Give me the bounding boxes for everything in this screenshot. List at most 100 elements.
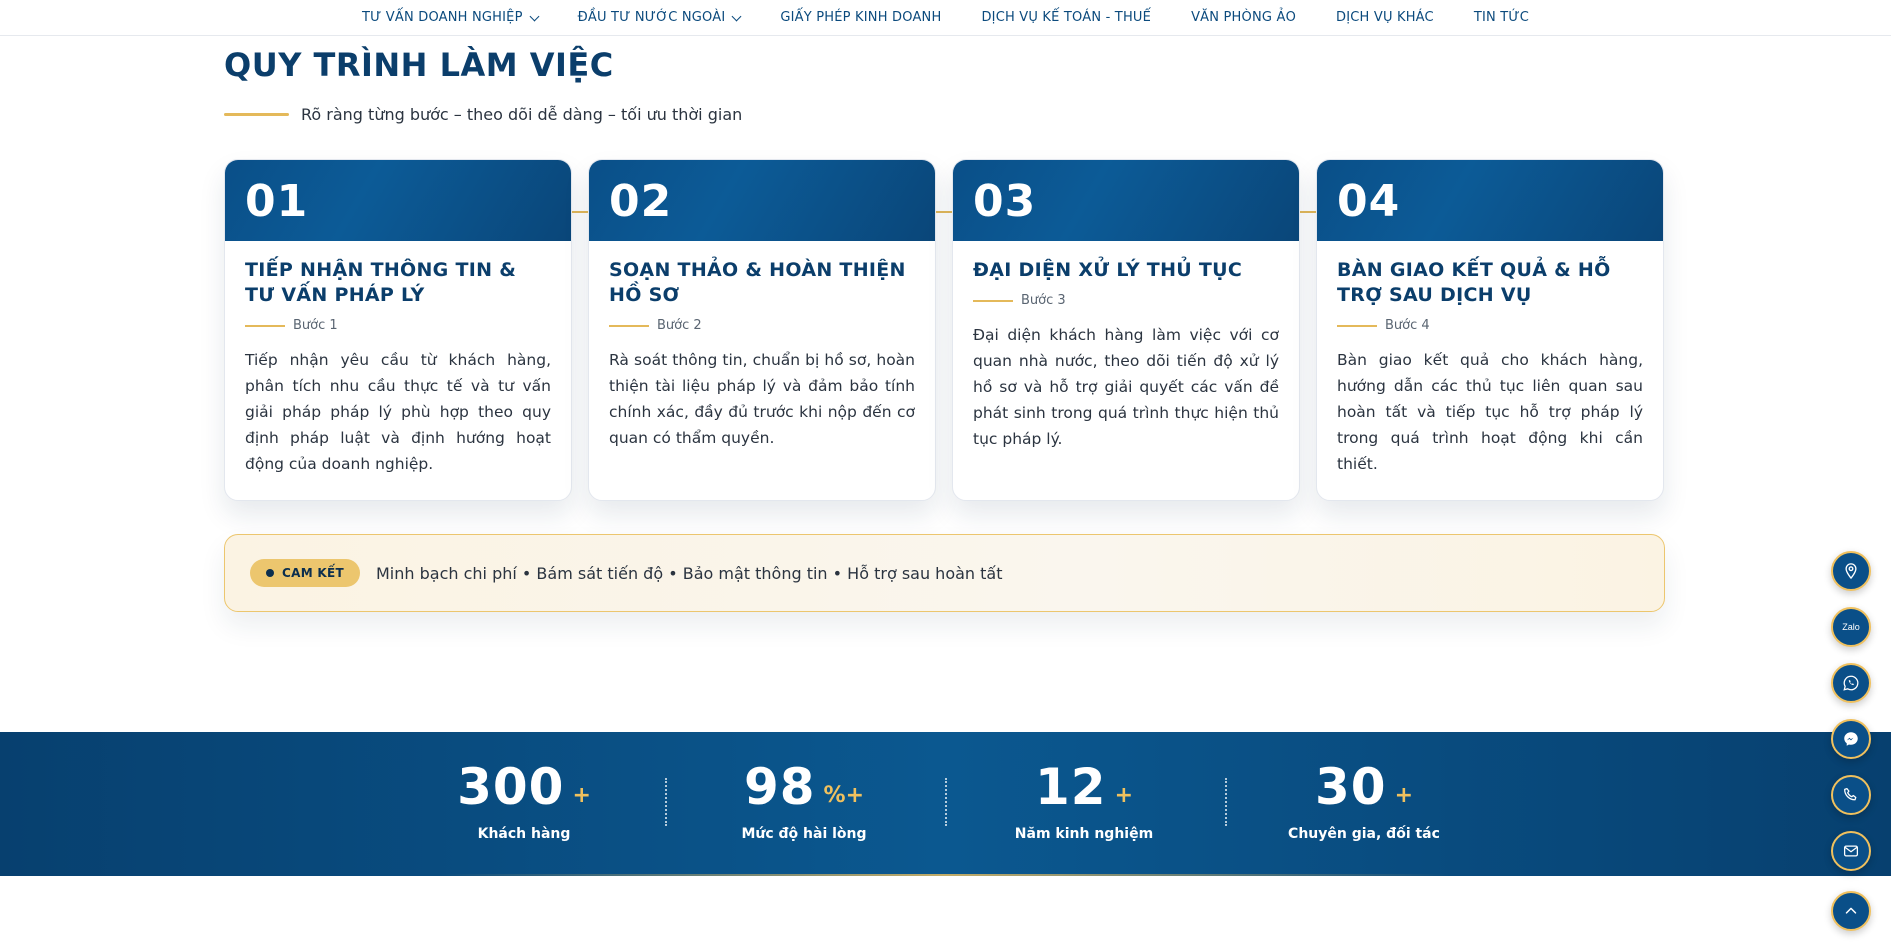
step-description: Bàn giao kết quả cho khách hàng, hướng d… (1337, 351, 1643, 473)
subtitle-accent-line (224, 113, 289, 116)
process-steps: 01 TIẾP NHẬN THÔNG TIN & TƯ VẤN PHÁP LÝ … (224, 159, 1665, 501)
step-title: BÀN GIAO KẾT QUẢ & HỖ TRỢ SAU DỊCH VỤ (1337, 259, 1611, 306)
nav-item-label: TƯ VẤN DOANH NGHIỆP (361, 10, 523, 25)
step-card-3: 03 ĐẠI DIỆN XỬ LÝ THỦ TỤC Bước 3 Đại diệ… (952, 159, 1300, 501)
back-to-top-button[interactable] (1831, 891, 1871, 931)
step-label: Bước 1 (293, 318, 338, 333)
step-label-row: Bước 2 (609, 318, 915, 333)
step-label: Bước 3 (1021, 293, 1066, 308)
zalo-button[interactable]: Zalo (1831, 607, 1871, 647)
chevron-down-icon (731, 11, 742, 21)
step-label: Bước 4 (1385, 318, 1430, 333)
phone-button[interactable] (1831, 775, 1871, 815)
step-title: ĐẠI DIỆN XỬ LÝ THỦ TỤC (973, 259, 1243, 281)
nav-item-label: DỊCH VỤ KẾ TOÁN - THUẾ (981, 10, 1152, 25)
step-card-body: SOẠN THẢO & HOÀN THIỆN HỒ SƠ Bước 2 Rà s… (589, 241, 935, 451)
stat-value: 300 (457, 758, 565, 816)
section-subtitle: Rõ ràng từng bước – theo dõi dễ dàng – t… (301, 105, 743, 124)
messenger-button[interactable] (1831, 719, 1871, 759)
stat-customers: 300 + Khách hàng (424, 762, 624, 842)
stat-experience: 12 + Năm kinh nghiệm (984, 762, 1184, 842)
stat-value-row: 12 + (984, 762, 1184, 812)
stats-accent-line (440, 874, 1450, 876)
page: TƯ VẤN DOANH NGHIỆP ĐẦU TƯ NƯỚC NGOÀI GI… (0, 0, 1891, 951)
step-card-header: 04 (1317, 160, 1663, 241)
stat-suffix: + (1394, 783, 1414, 808)
stat-experts: 30 + Chuyên gia, đối tác (1264, 762, 1464, 842)
nav-item-label: VĂN PHÒNG ẢO (1191, 10, 1297, 25)
stat-label: Khách hàng (477, 826, 571, 842)
step-label-row: Bước 1 (245, 318, 551, 333)
step-number: 03 (973, 176, 1037, 227)
step-number: 02 (609, 176, 673, 227)
stat-label: Chuyên gia, đối tác (1288, 826, 1440, 842)
nav-item-news[interactable]: TIN TỨC (1474, 10, 1529, 25)
step-description: Rà soát thông tin, chuẩn bị hồ sơ, hoàn … (609, 351, 915, 447)
step-accent-line (609, 324, 649, 327)
step-label: Bước 2 (657, 318, 702, 333)
step-accent-line (1337, 324, 1377, 327)
dot-icon (266, 569, 274, 577)
email-icon (1843, 845, 1859, 857)
stat-value: 98 (743, 758, 816, 816)
step-accent-line (973, 299, 1013, 302)
whatsapp-icon (1843, 675, 1859, 691)
chevron-down-icon (529, 11, 540, 21)
top-navigation: TƯ VẤN DOANH NGHIỆP ĐẦU TƯ NƯỚC NGOÀI GI… (0, 0, 1891, 36)
commitment-badge: CAM KẾT (250, 559, 360, 587)
stat-label: Mức độ hài lòng (741, 826, 867, 842)
phone-icon (1844, 787, 1857, 801)
whatsapp-button[interactable] (1831, 663, 1871, 703)
step-card-body: BÀN GIAO KẾT QUẢ & HỖ TRỢ SAU DỊCH VỤ Bư… (1317, 241, 1663, 477)
step-card-header: 03 (953, 160, 1299, 241)
step-number: 01 (245, 176, 309, 227)
nav-item-foreign-investment[interactable]: ĐẦU TƯ NƯỚC NGOÀI (577, 10, 742, 25)
commitment-banner: CAM KẾT Minh bạch chi phí • Bám sát tiến… (224, 534, 1665, 612)
step-description: Tiếp nhận yêu cầu từ khách hàng, phân tí… (245, 351, 551, 473)
step-card-2: 02 SOẠN THẢO & HOÀN THIỆN HỒ SƠ Bước 2 R… (588, 159, 936, 501)
location-button[interactable] (1831, 551, 1871, 591)
step-card-4: 04 BÀN GIAO KẾT QUẢ & HỖ TRỢ SAU DỊCH VỤ… (1316, 159, 1664, 501)
commitment-text: Minh bạch chi phí • Bám sát tiến độ • Bả… (376, 563, 1003, 583)
step-card-body: ĐẠI DIỆN XỬ LÝ THỦ TỤC Bước 3 Đại diện k… (953, 241, 1299, 452)
nav-item-label: DỊCH VỤ KHÁC (1336, 10, 1434, 25)
nav-item-label: GIẤY PHÉP KINH DOANH (780, 10, 942, 25)
step-card-body: TIẾP NHẬN THÔNG TIN & TƯ VẤN PHÁP LÝ Bướ… (225, 241, 571, 477)
stat-divider (945, 778, 947, 826)
stat-suffix: %+ (823, 783, 865, 808)
step-label-row: Bước 3 (973, 293, 1279, 308)
step-title: TIẾP NHẬN THÔNG TIN & TƯ VẤN PHÁP LÝ (245, 259, 517, 306)
messenger-icon (1844, 732, 1858, 746)
nav-item-accounting-tax[interactable]: DỊCH VỤ KẾ TOÁN - THUẾ (981, 10, 1151, 25)
stat-label: Năm kinh nghiệm (1014, 826, 1154, 842)
stat-value: 30 (1314, 758, 1387, 816)
stat-value-row: 98 %+ (704, 762, 904, 812)
step-label-row: Bước 4 (1337, 318, 1643, 333)
zalo-icon: Zalo (1842, 622, 1860, 632)
step-card-1: 01 TIẾP NHẬN THÔNG TIN & TƯ VẤN PHÁP LÝ … (224, 159, 572, 501)
nav-item-label: ĐẦU TƯ NƯỚC NGOÀI (577, 10, 726, 25)
nav-item-business-license[interactable]: GIẤY PHÉP KINH DOANH (780, 10, 941, 25)
step-description: Đại diện khách hàng làm việc với cơ quan… (973, 326, 1279, 448)
stat-suffix: + (572, 783, 591, 808)
step-number: 04 (1337, 176, 1401, 227)
stat-suffix: + (1114, 783, 1134, 808)
stat-value-row: 30 + (1264, 762, 1464, 812)
nav-items: TƯ VẤN DOANH NGHIỆP ĐẦU TƯ NƯỚC NGOÀI GI… (362, 10, 1529, 25)
nav-item-virtual-office[interactable]: VĂN PHÒNG ẢO (1191, 10, 1296, 25)
location-icon (1845, 563, 1857, 580)
stat-satisfaction: 98 %+ Mức độ hài lòng (704, 762, 904, 842)
nav-item-label: TIN TỨC (1473, 10, 1530, 25)
stat-value: 12 (1034, 758, 1107, 816)
section-title: QUY TRÌNH LÀM VIỆC (224, 46, 614, 84)
stat-divider (665, 778, 667, 826)
step-title: SOẠN THẢO & HOÀN THIỆN HỒ SƠ (609, 259, 906, 306)
nav-item-business-consulting[interactable]: TƯ VẤN DOANH NGHIỆP (361, 10, 540, 25)
step-card-header: 02 (589, 160, 935, 241)
stat-divider (1225, 778, 1227, 826)
nav-item-other-services[interactable]: DỊCH VỤ KHÁC (1336, 10, 1434, 25)
stats-band: 300 + Khách hàng 98 %+ Mức độ hài lòng 1… (0, 732, 1891, 876)
step-accent-line (245, 324, 285, 327)
stat-value-row: 300 + (424, 762, 624, 812)
email-button[interactable] (1831, 831, 1871, 871)
